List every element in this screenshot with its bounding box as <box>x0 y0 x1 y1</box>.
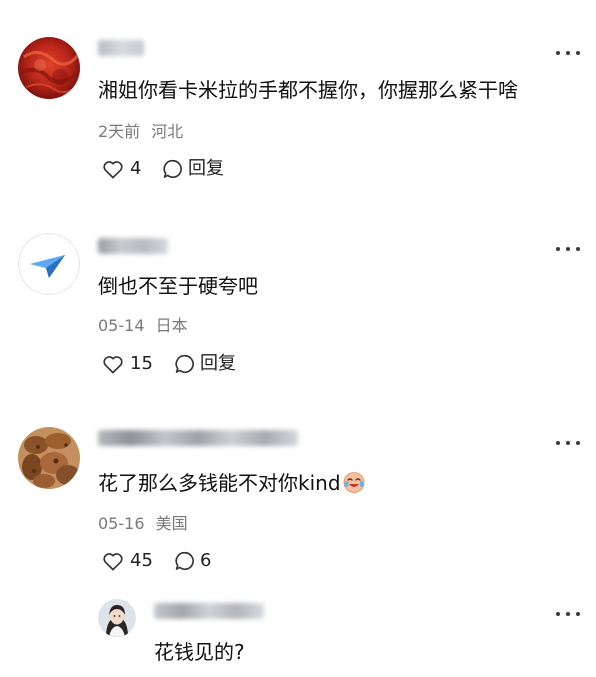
comment-text: 花了那么多钱能不对你kind <box>98 470 366 496</box>
comment-time: 2天前 <box>98 122 141 141</box>
comment-location: 河北 <box>151 122 184 141</box>
username[interactable] <box>98 238 168 254</box>
chat-bubble-icon <box>163 159 182 178</box>
more-options-button[interactable] <box>556 244 580 254</box>
like-count: 15 <box>130 353 153 374</box>
reply-button[interactable]: 回复 <box>162 157 224 181</box>
like-count: 4 <box>130 158 142 179</box>
reply-button[interactable]: 回复 <box>174 352 236 376</box>
snack-food-avatar-icon <box>18 427 80 489</box>
username[interactable] <box>98 430 298 446</box>
avatar[interactable] <box>18 233 80 295</box>
more-options-button[interactable] <box>556 48 580 58</box>
comment-meta: 05-14 日本 <box>98 316 188 336</box>
comment-location: 日本 <box>155 316 188 335</box>
comment-time: 05-16 <box>98 514 145 533</box>
reply-label: 回复 <box>200 353 236 374</box>
reply-label: 回复 <box>188 158 224 179</box>
heart-icon <box>103 161 123 179</box>
comment-meta: 2天前 河北 <box>98 122 183 142</box>
comment-meta: 05-16 美国 <box>98 514 188 534</box>
username[interactable] <box>98 40 144 56</box>
avatar[interactable] <box>18 37 80 99</box>
comment-time: 05-14 <box>98 316 145 335</box>
reply-count: 6 <box>200 550 212 571</box>
like-button[interactable]: 45 <box>102 549 153 573</box>
reply-item: 花钱见的? <box>0 595 596 677</box>
more-options-button[interactable] <box>556 438 580 448</box>
username[interactable] <box>154 603 264 619</box>
chat-bubble-icon <box>175 354 194 373</box>
like-button[interactable]: 15 <box>102 352 153 376</box>
comment-item: 湘姐你看卡米拉的手都不握你，你握那么紧干啥 2天前 河北 4 回复 <box>0 0 596 200</box>
chat-bubble-icon <box>175 551 194 570</box>
avatar[interactable] <box>18 427 80 489</box>
heart-icon <box>103 356 123 374</box>
comment-text-content: 花了那么多钱能不对你kind <box>98 471 341 495</box>
reply-text: 花钱见的? <box>154 640 245 664</box>
comment-text: 湘姐你看卡米拉的手都不握你，你握那么紧干啥 <box>98 78 518 102</box>
crying-laughing-face-icon <box>343 472 364 493</box>
red-abstract-avatar-icon <box>18 37 80 99</box>
like-count: 45 <box>130 550 153 571</box>
comment-item: 花了那么多钱能不对你kind 05-16 美国 45 6 <box>0 400 596 595</box>
girl-portrait-avatar-icon <box>98 599 136 637</box>
comment-item: 倒也不至于硬夸吧 05-14 日本 15 回复 <box>0 200 596 400</box>
comment-location: 美国 <box>155 514 188 533</box>
avatar[interactable] <box>98 599 136 637</box>
reply-button[interactable]: 6 <box>174 549 211 573</box>
heart-icon <box>103 553 123 571</box>
like-button[interactable]: 4 <box>102 157 141 181</box>
comment-text: 倒也不至于硬夸吧 <box>98 274 258 298</box>
more-options-button[interactable] <box>556 609 580 619</box>
paper-plane-icon <box>30 255 65 278</box>
